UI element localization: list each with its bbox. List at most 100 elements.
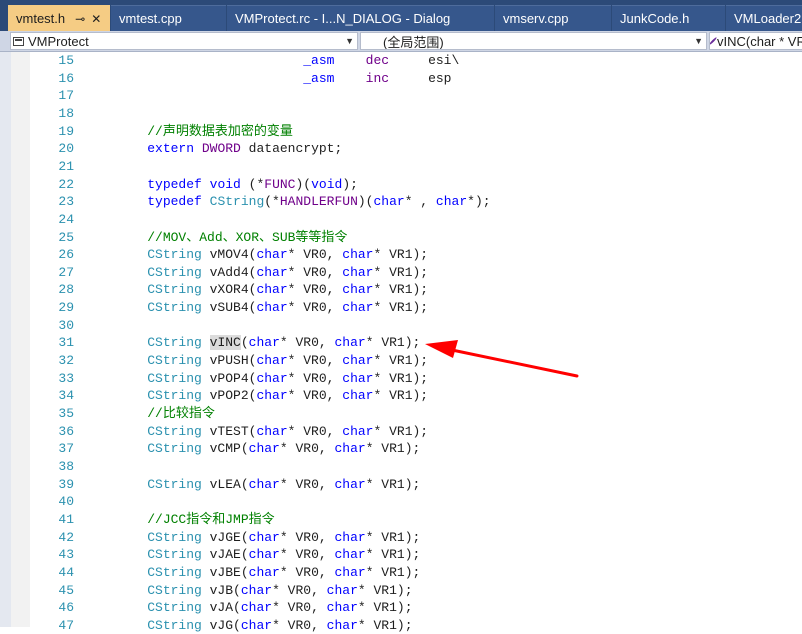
code-token: CString (147, 300, 202, 316)
code-token: dataencrypt; (240, 141, 343, 157)
line-text: //JCC指令和JMP指令 (116, 511, 275, 528)
code-token: * VR0, (279, 564, 335, 580)
function-icon (710, 36, 718, 46)
code-token: char (326, 617, 358, 633)
code-token: CString (147, 600, 202, 616)
code-token: *); (467, 194, 491, 210)
code-token: * VR0, (272, 600, 327, 616)
tab-label: vmtest.h (16, 11, 66, 26)
line-text: CString vJG(char* VR0, char* VR1); (116, 617, 412, 634)
line-number: 29 (58, 300, 74, 316)
code-token: * VR1); (365, 441, 421, 457)
code-token: char (334, 547, 366, 563)
line-text: //比较指令 (116, 405, 215, 422)
line-number: 47 (58, 617, 74, 633)
project-dropdown[interactable]: VMProtect ▼ (10, 32, 358, 50)
line-text: //声明数据表加密的变量 (116, 123, 293, 140)
code-editor[interactable]: 15 _asm dec esi\ 16 _asm inc esp 17 18 19 //… (30, 52, 802, 633)
line-text: CString vJA(char* VR0, char* VR1); (116, 599, 412, 616)
line-number: 17 (58, 88, 74, 104)
code-token: char (334, 476, 366, 492)
code-token: * VR0, (279, 529, 335, 545)
code-token: char (435, 194, 468, 210)
tab-label: VMLoader2 (734, 11, 802, 26)
line-text: _asm inc esp (116, 70, 451, 87)
code-token: * VR0, (287, 282, 343, 298)
line-text: CString vCMP(char* VR0, char* VR1); (116, 440, 420, 457)
code-token: DWORD (201, 141, 241, 157)
code-token: char (326, 582, 358, 598)
tab-vmserv-cpp[interactable]: vmserv.cpp (495, 5, 611, 31)
code-token: esi\ (389, 53, 460, 68)
code-token: * VR0, (287, 353, 343, 369)
code-token: ); (342, 176, 358, 192)
line-text: CString vSUB4(char* VR0, char* VR1); (116, 299, 428, 316)
scope-dropdown[interactable]: (全局范围) ▼ (360, 32, 707, 50)
line-number: 20 (58, 141, 74, 157)
code-token: _asm (303, 53, 335, 68)
tab-vmtest-h[interactable]: vmtest.h ⊸ ✕ (8, 5, 110, 31)
tab-vmtest-cpp[interactable]: vmtest.cpp (111, 5, 226, 31)
code-token: vXOR4( (201, 282, 257, 298)
code-token: char (334, 529, 366, 545)
code-token: CString (147, 282, 202, 298)
code-token: CString (147, 353, 202, 369)
navigation-bar: VMProtect ▼ (全局范围) ▼ vINC(char * VR0, ch… (0, 31, 802, 52)
line-number: 35 (58, 406, 74, 421)
pin-icon[interactable]: ⊸ (75, 12, 85, 26)
code-token: CString (147, 529, 202, 545)
code-token: vJGE( (201, 529, 249, 545)
code-token: (* (240, 176, 265, 192)
code-token: //JCC指令和JMP指令 (147, 511, 275, 527)
code-token: //MOV、Add、XOR、SUB等等指令 (147, 229, 348, 245)
code-token: char (256, 247, 288, 263)
code-token: * VR0, (272, 582, 327, 598)
line-text: CString vINC(char* VR0, char* VR1); (116, 334, 420, 351)
code-token: char (256, 353, 288, 369)
scope-name: (全局范围) (383, 34, 444, 50)
code-token: _asm (303, 70, 335, 86)
code-token: vPOP4( (201, 370, 257, 386)
chevron-down-icon[interactable]: ▼ (345, 33, 354, 49)
tab-vmloader2[interactable]: VMLoader2 (726, 5, 802, 31)
line-text: CString vMOV4(char* VR0, char* VR1); (116, 246, 428, 263)
code-token: (* (264, 194, 280, 210)
line-number: 41 (58, 511, 74, 527)
line-number: 37 (58, 441, 74, 457)
line-text: //MOV、Add、XOR、SUB等等指令 (116, 229, 347, 246)
code-token: * VR0, (279, 335, 335, 351)
tab-junkcode-h[interactable]: JunkCode.h (612, 5, 725, 31)
code-token: * VR1); (373, 423, 429, 439)
tab-vmprotect-rc[interactable]: VMProtect.rc - I...N_DIALOG - Dialog (227, 5, 494, 31)
code-token: CString (147, 388, 202, 404)
project-icon (13, 36, 24, 46)
code-token: * VR1); (373, 300, 429, 316)
code-token: char (342, 300, 374, 316)
chevron-down-icon[interactable]: ▼ (694, 33, 703, 49)
code-token: * VR0, (279, 441, 335, 457)
code-token: * VR1); (373, 282, 429, 298)
line-number: 40 (58, 494, 74, 510)
member-dropdown[interactable]: vINC(char * VR0, char * VR1) (709, 32, 802, 50)
code-token: CString (209, 194, 265, 210)
code-token: vJG( (201, 617, 241, 633)
code-token: vJA( (201, 600, 241, 616)
line-text: CString vTEST(char* VR0, char* VR1); (116, 423, 428, 440)
close-tab-icon[interactable]: ✕ (91, 12, 101, 26)
code-token: * VR1); (365, 547, 421, 563)
line-number: 43 (58, 547, 74, 563)
line-number: 45 (58, 582, 74, 598)
